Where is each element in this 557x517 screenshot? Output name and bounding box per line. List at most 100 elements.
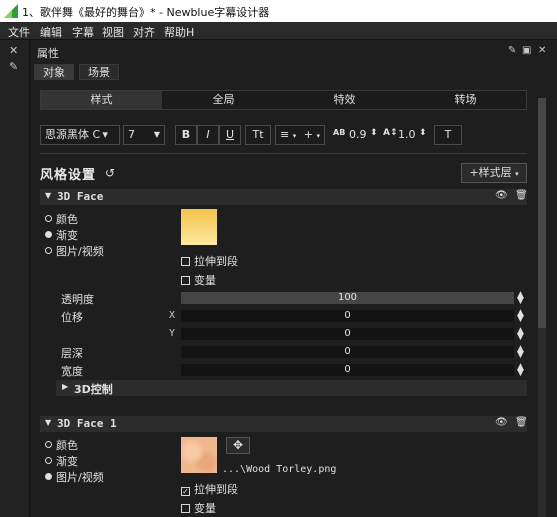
window-title: 1、歌伴舞《最好的舞台》* - Newblue字幕设计器 — [22, 6, 270, 19]
radio-label: 颜色 — [56, 213, 78, 226]
radio-selected-icon — [45, 473, 52, 480]
chevron-down-icon: ▾ — [316, 132, 320, 140]
checkbox-label: 变量 — [194, 274, 216, 287]
style-settings-heading: 风格设置 — [40, 168, 97, 183]
scrollbar-thumb[interactable] — [538, 98, 546, 328]
add-style-label: +样式层 — [469, 166, 512, 179]
newblue-logo-icon — [4, 4, 18, 18]
sub-section-title: 3D控制 — [74, 383, 113, 396]
spinner-icon[interactable]: ▲ ▼ — [517, 363, 524, 378]
trash-icon[interactable]: 🗑 — [515, 417, 528, 428]
menu-view[interactable]: 视图 — [102, 24, 124, 40]
radio-icon — [45, 457, 52, 464]
chevron-down-icon: ▾ — [515, 170, 519, 178]
tab-style[interactable]: 样式 — [41, 91, 162, 109]
menu-edit[interactable]: 编辑 — [40, 24, 62, 40]
tracking-value[interactable]: 0.9 — [349, 128, 367, 141]
tab-effects[interactable]: 特效 — [284, 91, 405, 109]
texture-thumbnail[interactable] — [181, 437, 217, 473]
main-tab-bar: 样式 全局 特效 转场 — [40, 90, 527, 110]
section-title: 3D Face — [57, 190, 104, 203]
font-family-select[interactable]: 思源黑体 C ▾ — [40, 125, 120, 145]
checkbox-label: 变量 — [194, 502, 216, 515]
width-label: 宽度 — [61, 365, 83, 378]
checkbox-icon — [181, 257, 190, 266]
eye-icon[interactable]: 👁 — [495, 190, 508, 201]
tab-object[interactable]: 对象 — [34, 64, 74, 80]
italic-button[interactable]: I — [197, 125, 219, 145]
radio-icon — [45, 441, 52, 448]
depth-label: 层深 — [61, 347, 83, 360]
position-y-slider[interactable]: 0 — [181, 328, 514, 340]
tracking-icon: AB — [333, 128, 346, 137]
fill-option-media[interactable]: 图片/视频 — [45, 469, 104, 485]
underline-button[interactable]: U — [219, 125, 241, 145]
expand-caret-icon[interactable]: ▶ — [62, 382, 68, 391]
close-icon[interactable]: ✕ — [9, 44, 18, 57]
fill-option-gradient[interactable]: 渐变 — [45, 227, 78, 243]
fill-option-media[interactable]: 图片/视频 — [45, 243, 104, 259]
stretch-checkbox[interactable]: ✓ 拉伸到段 — [181, 481, 238, 497]
align-button[interactable]: ≡ ▾ + ▾ — [275, 125, 325, 145]
menu-help[interactable]: 帮助H — [164, 24, 194, 40]
collapse-caret-icon[interactable]: ▼ — [45, 191, 51, 200]
chevron-down-icon: ▾ — [292, 132, 297, 140]
divider — [40, 153, 527, 154]
left-dock-strip: ✕ ✎ — [0, 40, 30, 517]
fill-option-gradient[interactable]: 渐变 — [45, 453, 78, 469]
add-style-layer-button[interactable]: +样式层 ▾ — [461, 163, 527, 183]
width-slider[interactable]: 0 — [181, 364, 514, 376]
spinner-icon[interactable]: ▲ ▼ — [517, 327, 524, 342]
float-icon[interactable]: ▣ — [522, 45, 531, 56]
reset-icon[interactable]: ↺ — [105, 166, 115, 180]
sub-section-3d-control[interactable]: ▶ 3D控制 — [56, 380, 527, 396]
menu-align[interactable]: 对齐 — [133, 24, 155, 40]
pin-icon[interactable]: ✎ — [9, 60, 18, 73]
menu-caption[interactable]: 字幕 — [72, 24, 94, 40]
radio-label: 图片/视频 — [56, 471, 104, 484]
text-case-icon: Tt — [252, 128, 264, 141]
position-label: 位移 — [61, 311, 83, 324]
spinner-icon[interactable]: ⬍ — [370, 128, 378, 138]
stretch-checkbox[interactable]: 拉伸到段 — [181, 253, 238, 269]
tab-scene[interactable]: 场景 — [79, 64, 119, 80]
text-icon: T — [444, 128, 452, 141]
eye-icon[interactable]: 👁 — [495, 417, 508, 428]
title-bar: 1、歌伴舞《最好的舞台》* - Newblue字幕设计器 — [0, 0, 557, 22]
gradient-swatch[interactable] — [181, 209, 217, 245]
position-x-slider[interactable]: 0 — [181, 310, 514, 322]
collapse-caret-icon[interactable]: ▼ — [45, 418, 51, 427]
opacity-slider[interactable]: 100 — [181, 292, 514, 304]
pin-icon[interactable]: ✎ — [508, 45, 516, 56]
x-axis-label: X — [169, 310, 176, 321]
section-header-3d-face-1[interactable]: ▼ 3D Face 1 👁 🗑 — [40, 416, 528, 432]
y-axis-label: Y — [169, 328, 176, 339]
variable-checkbox[interactable]: 变量 — [181, 500, 216, 516]
radio-label: 图片/视频 — [56, 245, 104, 258]
radio-selected-icon — [45, 231, 52, 238]
checkbox-icon — [181, 276, 190, 285]
variable-checkbox[interactable]: 变量 — [181, 272, 216, 288]
tab-transition[interactable]: 转场 — [405, 91, 526, 109]
text-case-button[interactable]: Tt — [245, 125, 271, 145]
checkbox-icon — [181, 504, 190, 513]
radio-label: 渐变 — [56, 455, 78, 468]
close-icon[interactable]: ✕ — [538, 45, 546, 56]
leading-value[interactable]: 1.0 — [398, 128, 416, 141]
chevron-down-icon: ▼ — [153, 130, 160, 139]
tab-global[interactable]: 全局 — [163, 91, 284, 109]
section-header-3d-face[interactable]: ▼ 3D Face 👁 🗑 — [40, 189, 528, 205]
spinner-icon[interactable]: ▲ ▼ — [517, 309, 524, 324]
font-size-select[interactable]: 7 ▼ — [123, 125, 165, 145]
menu-file[interactable]: 文件 — [8, 24, 30, 40]
trash-icon[interactable]: 🗑 — [515, 190, 528, 201]
spinner-icon[interactable]: ▲ ▼ — [517, 345, 524, 360]
fill-option-color[interactable]: 颜色 — [45, 437, 78, 453]
bold-button[interactable]: B — [175, 125, 197, 145]
text-options-button[interactable]: T — [434, 125, 462, 145]
spinner-icon[interactable]: ▲ ▼ — [517, 291, 524, 306]
move-icon[interactable]: ✥ — [226, 437, 250, 454]
spinner-icon[interactable]: ⬍ — [419, 128, 427, 138]
depth-slider[interactable]: 0 — [181, 346, 514, 358]
fill-option-color[interactable]: 颜色 — [45, 211, 78, 227]
